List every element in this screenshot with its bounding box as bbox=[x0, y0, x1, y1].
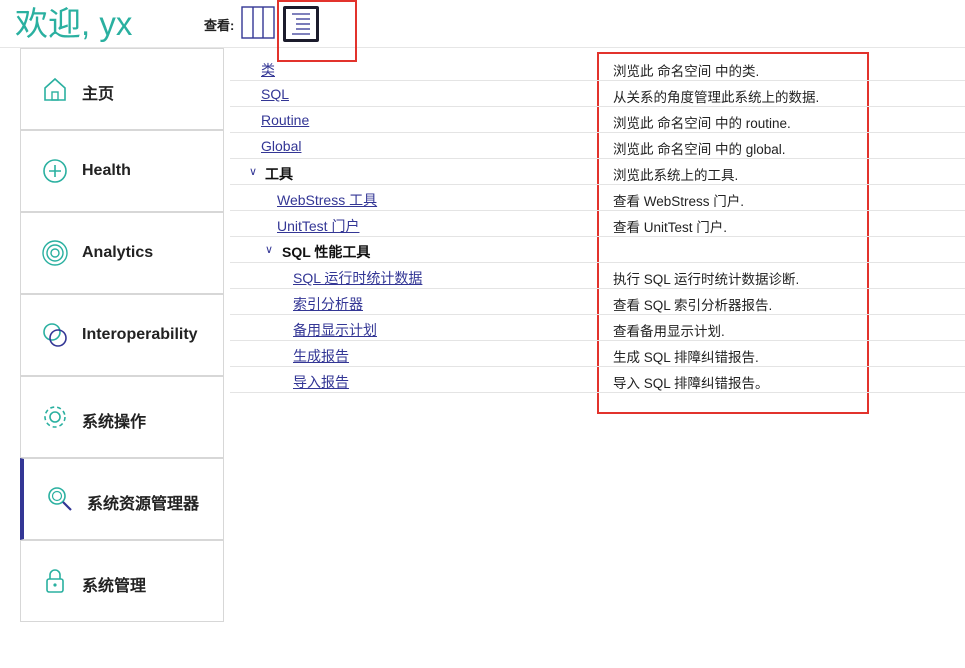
sql-performance-tools-label: SQL 性能工具 bbox=[282, 244, 371, 260]
sidebar-item-home[interactable]: 主页 bbox=[20, 48, 224, 130]
row-description: 查看 UnitTest 门户. bbox=[613, 220, 728, 235]
search-icon bbox=[48, 487, 72, 511]
sidebar-item-interoperability[interactable]: Interoperability bbox=[20, 294, 224, 376]
sidebar-item-label: Analytics bbox=[82, 244, 154, 261]
header: 欢迎, yx 查看: bbox=[0, 0, 965, 48]
tools-group-label: 工具 bbox=[265, 166, 293, 182]
sidebar-item-label: 系统管理 bbox=[82, 578, 147, 595]
list-view-button[interactable] bbox=[283, 6, 319, 42]
import-report-link[interactable]: 导入报告 bbox=[293, 372, 349, 392]
table-row: Routine 浏览此 命名空间 中的 routine. bbox=[230, 107, 965, 133]
global-link[interactable]: Global bbox=[261, 138, 301, 154]
table-row: 生成报告 生成 SQL 排障纠错报告. bbox=[230, 341, 965, 367]
row-description: 导入 SQL 排障纠错报告。 bbox=[613, 376, 769, 391]
sidebar-item-label: Interoperability bbox=[82, 326, 198, 343]
table-row: 备用显示计划 查看备用显示计划. bbox=[230, 315, 965, 341]
row-description: 执行 SQL 运行时统计数据诊断. bbox=[613, 272, 800, 287]
lock-icon bbox=[46, 569, 64, 593]
table-row: 类 浏览此 命名空间 中的类. bbox=[230, 55, 965, 81]
table-row: ∨ SQL 性能工具 bbox=[230, 237, 965, 263]
index-analyzer-link[interactable]: 索引分析器 bbox=[293, 294, 363, 314]
columns-view-icon[interactable] bbox=[241, 6, 275, 39]
sidebar-item-label: 系统操作 bbox=[82, 414, 147, 431]
sidebar-item-label: 系统资源管理器 bbox=[87, 496, 200, 513]
table-row: UnitTest 门户 查看 UnitTest 门户. bbox=[230, 211, 965, 237]
row-description: 浏览此 命名空间 中的 global. bbox=[613, 142, 786, 157]
table-row: ∨ 工具 浏览此系统上的工具. bbox=[230, 159, 965, 185]
sidebar-item-system-admin[interactable]: 系统管理 bbox=[20, 540, 224, 622]
chevron-down-icon[interactable]: ∨ bbox=[249, 165, 257, 178]
alternate-show-plans-link[interactable]: 备用显示计划 bbox=[293, 320, 377, 340]
sidebar-item-system-operation[interactable]: 系统操作 bbox=[20, 376, 224, 458]
analytics-icon bbox=[42, 240, 68, 266]
row-description: 浏览此 命名空间 中的 routine. bbox=[613, 116, 791, 131]
sql-runtime-stats-link[interactable]: SQL 运行时统计数据 bbox=[293, 268, 422, 288]
unittest-portal-link[interactable]: UnitTest 门户 bbox=[277, 216, 359, 236]
row-description: 从关系的角度管理此系统上的数据. bbox=[613, 90, 820, 105]
table-row: 导入报告 导入 SQL 排障纠错报告。 bbox=[230, 367, 965, 393]
table-row: SQL 运行时统计数据 执行 SQL 运行时统计数据诊断. bbox=[230, 263, 965, 289]
welcome-title: 欢迎, yx bbox=[15, 5, 133, 42]
row-description: 浏览此系统上的工具. bbox=[613, 168, 739, 183]
view-label: 查看: bbox=[204, 18, 235, 33]
generate-report-link[interactable]: 生成报告 bbox=[293, 346, 349, 366]
gear-icon bbox=[44, 406, 66, 428]
table-row: SQL 从关系的角度管理此系统上的数据. bbox=[230, 81, 965, 107]
sidebar-item-label: 主页 bbox=[82, 86, 115, 103]
sidebar-item-label: Health bbox=[82, 162, 131, 179]
sidebar-item-system-explorer[interactable]: 系统资源管理器 bbox=[20, 458, 224, 540]
row-description: 生成 SQL 排障纠错报告. bbox=[613, 350, 759, 365]
table-row: WebStress 工具 查看 WebStress 门户. bbox=[230, 185, 965, 211]
routine-link[interactable]: Routine bbox=[261, 112, 309, 128]
home-icon bbox=[44, 77, 66, 101]
classes-link[interactable]: 类 bbox=[261, 60, 275, 80]
row-description: 查看备用显示计划. bbox=[613, 324, 725, 339]
table-row: 索引分析器 查看 SQL 索引分析器报告. bbox=[230, 289, 965, 315]
table-row: Global 浏览此 命名空间 中的 global. bbox=[230, 133, 965, 159]
sql-link[interactable]: SQL bbox=[261, 86, 289, 102]
health-icon bbox=[43, 159, 67, 183]
chevron-down-icon[interactable]: ∨ bbox=[265, 243, 273, 256]
webstress-tools-link[interactable]: WebStress 工具 bbox=[277, 190, 377, 210]
sidebar-item-analytics[interactable]: Analytics bbox=[20, 212, 224, 294]
list-view-icon bbox=[292, 13, 310, 35]
row-description: 查看 SQL 索引分析器报告. bbox=[613, 298, 773, 313]
row-description: 查看 WebStress 门户. bbox=[613, 194, 745, 209]
row-description: 浏览此 命名空间 中的类. bbox=[613, 64, 760, 79]
interoperability-icon bbox=[43, 323, 67, 347]
sidebar-item-health[interactable]: Health bbox=[20, 130, 224, 212]
